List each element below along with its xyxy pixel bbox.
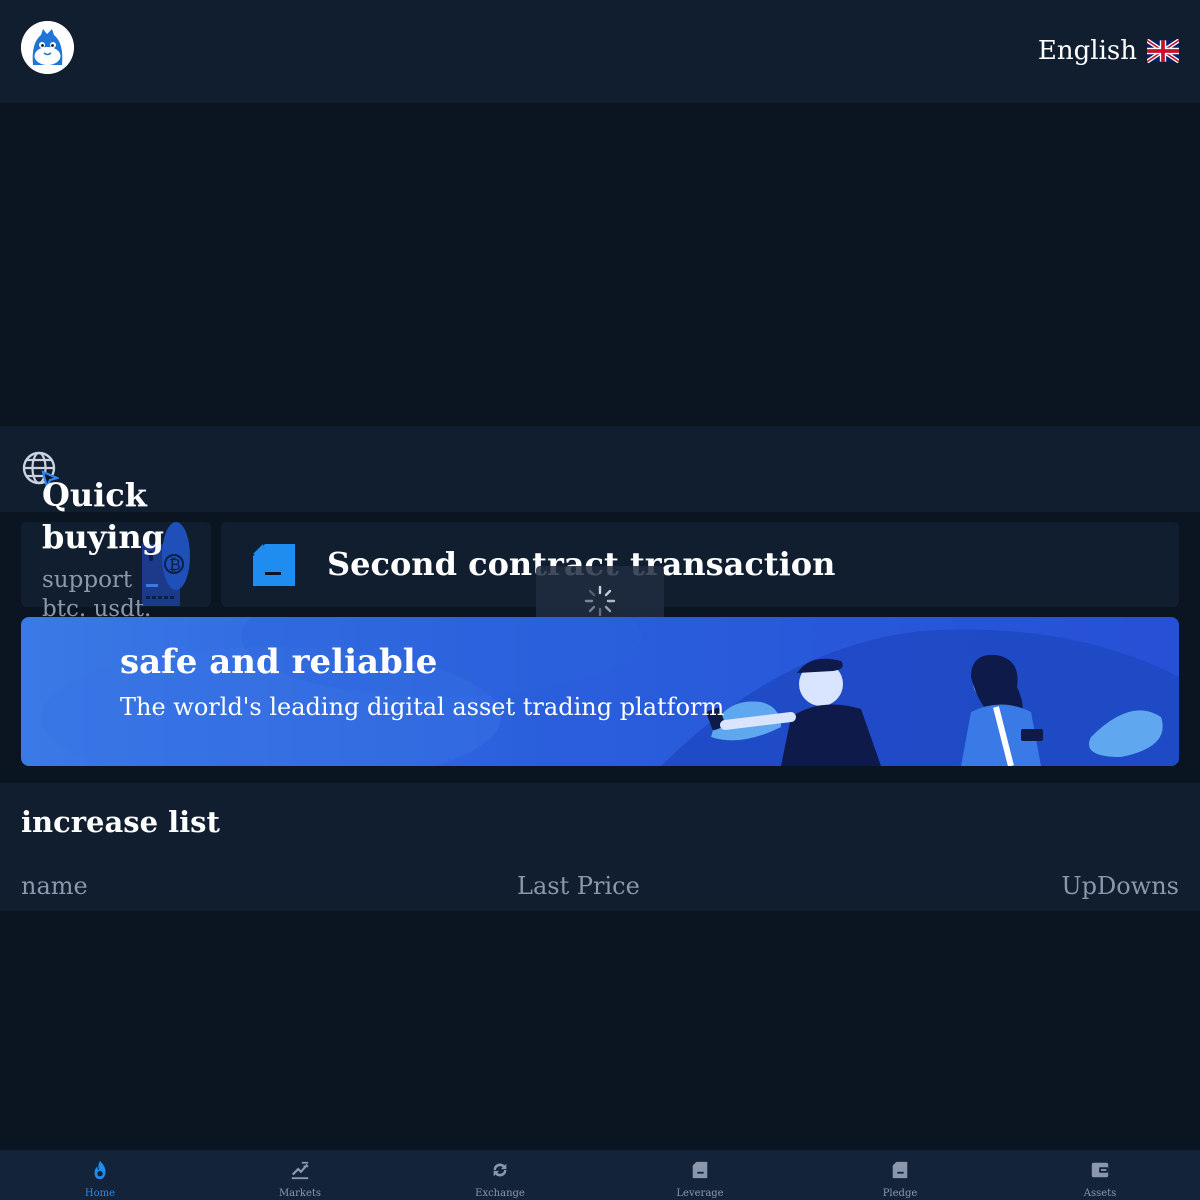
tab-exchange[interactable]: Exchange: [400, 1150, 600, 1200]
column-header-updowns[interactable]: UpDowns: [1061, 870, 1179, 902]
document-icon: [692, 1161, 708, 1179]
document-icon: [892, 1161, 908, 1179]
tab-markets[interactable]: Markets: [200, 1150, 400, 1200]
banner-carousel[interactable]: [0, 103, 1200, 426]
flame-icon: [94, 1160, 106, 1180]
top-header: English: [0, 0, 1200, 103]
svg-text:₿: ₿: [169, 555, 181, 574]
tab-label-assets: Assets: [1083, 1188, 1117, 1199]
bottom-tab-bar: Home Markets Exchange Leverage Pledge As…: [0, 1150, 1200, 1200]
quick-buy-description: support btc. usdt.: [42, 567, 152, 618]
tab-label-leverage: Leverage: [676, 1188, 724, 1199]
refresh-icon: [493, 1163, 507, 1177]
tab-label-home: Home: [84, 1188, 116, 1199]
quick-buy-title: Quick buying: [42, 476, 165, 556]
tab-assets[interactable]: Assets: [1000, 1150, 1200, 1200]
tab-label-markets: Markets: [278, 1188, 322, 1199]
column-header-name[interactable]: name: [21, 870, 88, 902]
promo-title: safe and reliable: [120, 642, 438, 682]
tab-label-pledge: Pledge: [882, 1188, 918, 1199]
document-icon: [253, 544, 295, 586]
promo-banner[interactable]: safe and reliable The world's leading di…: [21, 617, 1179, 766]
tab-home[interactable]: Home: [0, 1150, 200, 1200]
promo-subtitle: The world's leading digital asset tradin…: [120, 693, 725, 721]
tab-pledge[interactable]: Pledge: [800, 1150, 1000, 1200]
tab-leverage[interactable]: Leverage: [600, 1150, 800, 1200]
mascot-logo[interactable]: [21, 21, 74, 74]
uk-flag-icon: [1147, 39, 1179, 63]
language-selector[interactable]: English: [1038, 36, 1179, 66]
tab-label-exchange: Exchange: [475, 1188, 525, 1199]
chart-icon: [291, 1161, 309, 1180]
increase-list-title: increase list: [21, 805, 220, 839]
column-header-last-price[interactable]: Last Price: [517, 870, 640, 902]
notice-bar: [0, 426, 1200, 512]
wallet-icon: [1091, 1162, 1109, 1178]
mascot-logo-icon: [21, 21, 74, 74]
spinner-icon: [584, 585, 616, 617]
language-label: English: [1037, 36, 1137, 66]
